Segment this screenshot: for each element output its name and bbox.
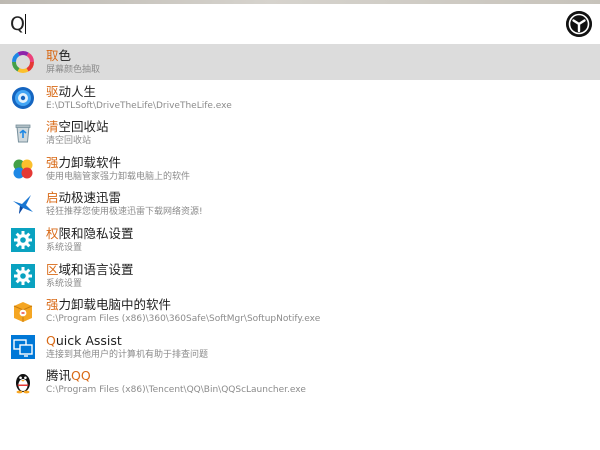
app-logo-icon[interactable] — [566, 11, 592, 37]
result-title: 取色 — [46, 48, 72, 63]
result-item-force-uninstall[interactable]: 强力卸载软件 使用电脑管家强力卸载电脑上的软件 — [0, 151, 600, 187]
result-title: 腾讯QQ — [46, 368, 91, 384]
software-box-icon — [11, 299, 35, 323]
result-subtitle: 使用电脑管家强力卸载电脑上的软件 — [46, 171, 191, 182]
bird-icon — [11, 192, 35, 216]
match-highlight: 取 — [46, 48, 59, 63]
result-subtitle: 系统设置 — [46, 242, 83, 253]
empty-area — [0, 400, 600, 450]
result-subtitle: C:\Program Files (x86)\360\360Safe\SoftM… — [46, 314, 321, 325]
match-highlight: 驱 — [46, 83, 59, 99]
match-highlight: QQ — [71, 368, 91, 384]
settings-gear-icon — [11, 227, 35, 252]
recycle-bin-icon — [11, 121, 35, 145]
result-subtitle: C:\Program Files (x86)\Tencent\QQ\Bin\QQ… — [46, 385, 306, 396]
result-item-quick-assist[interactable]: Quick Assist 连接到其他用户的计算机有助于排查问题 — [0, 329, 600, 365]
result-item-color-picker[interactable]: 取色 屏幕颜色抽取 — [0, 44, 600, 80]
result-title: 区域和语言设置 — [46, 261, 134, 277]
result-title: 权限和隐私设置 — [46, 225, 134, 241]
text-caret — [25, 14, 26, 34]
result-title: 驱动人生 — [46, 83, 97, 99]
match-highlight: 区 — [46, 261, 59, 277]
result-item-launch-thunder[interactable]: 启动极速迅雷 轻狂推荐您使用极速迅雷下载网络资源! — [0, 186, 600, 222]
result-item-uninstall-software[interactable]: 强力卸载电脑中的软件 C:\Program Files (x86)\360\36… — [0, 293, 600, 329]
result-title: Quick Assist — [46, 332, 122, 348]
penguin-icon — [11, 370, 35, 394]
result-title: 强力卸载电脑中的软件 — [46, 297, 172, 313]
result-subtitle: 轻狂推荐您使用极速迅雷下载网络资源! — [46, 207, 203, 218]
settings-gear-icon — [11, 263, 35, 288]
search-input[interactable] — [10, 10, 530, 38]
match-highlight: 启 — [46, 190, 59, 206]
match-highlight: 强 — [46, 154, 59, 170]
result-subtitle: 系统设置 — [46, 278, 83, 289]
results-list: 取色 屏幕颜色抽取 驱动人生 E:\DTLSoft\DriveTheLife\D… — [0, 44, 600, 400]
match-highlight: 强 — [46, 297, 59, 313]
result-title: 强力卸载软件 — [46, 154, 122, 170]
match-highlight: 权 — [46, 225, 59, 241]
color-wheel-icon — [11, 50, 35, 74]
search-bar — [0, 4, 600, 44]
gear-disc-icon — [11, 86, 35, 110]
launcher-window: 取色 屏幕颜色抽取 驱动人生 E:\DTLSoft\DriveTheLife\D… — [0, 0, 600, 450]
match-highlight: Q — [46, 332, 56, 348]
result-item-tencent-qq[interactable]: 腾讯QQ C:\Program Files (x86)\Tencent\QQ\B… — [0, 364, 600, 400]
result-subtitle: 清空回收站 — [46, 136, 92, 147]
result-subtitle: 屏幕颜色抽取 — [46, 65, 101, 75]
result-title: 启动极速迅雷 — [46, 190, 122, 206]
result-item-privacy-settings[interactable]: 权限和隐私设置 系统设置 — [0, 222, 600, 258]
result-item-empty-recycle-bin[interactable]: 清空回收站 清空回收站 — [0, 115, 600, 151]
match-highlight: 清 — [46, 119, 59, 135]
clover-icon — [11, 157, 35, 181]
result-item-region-language[interactable]: 区域和语言设置 系统设置 — [0, 258, 600, 294]
result-subtitle: E:\DTLSoft\DriveTheLife\DriveTheLife.exe — [46, 100, 232, 111]
result-subtitle: 连接到其他用户的计算机有助于排查问题 — [46, 349, 209, 360]
result-item-drive-the-life[interactable]: 驱动人生 E:\DTLSoft\DriveTheLife\DriveTheLif… — [0, 80, 600, 116]
result-title: 清空回收站 — [46, 119, 109, 135]
remote-monitor-icon — [11, 334, 35, 359]
